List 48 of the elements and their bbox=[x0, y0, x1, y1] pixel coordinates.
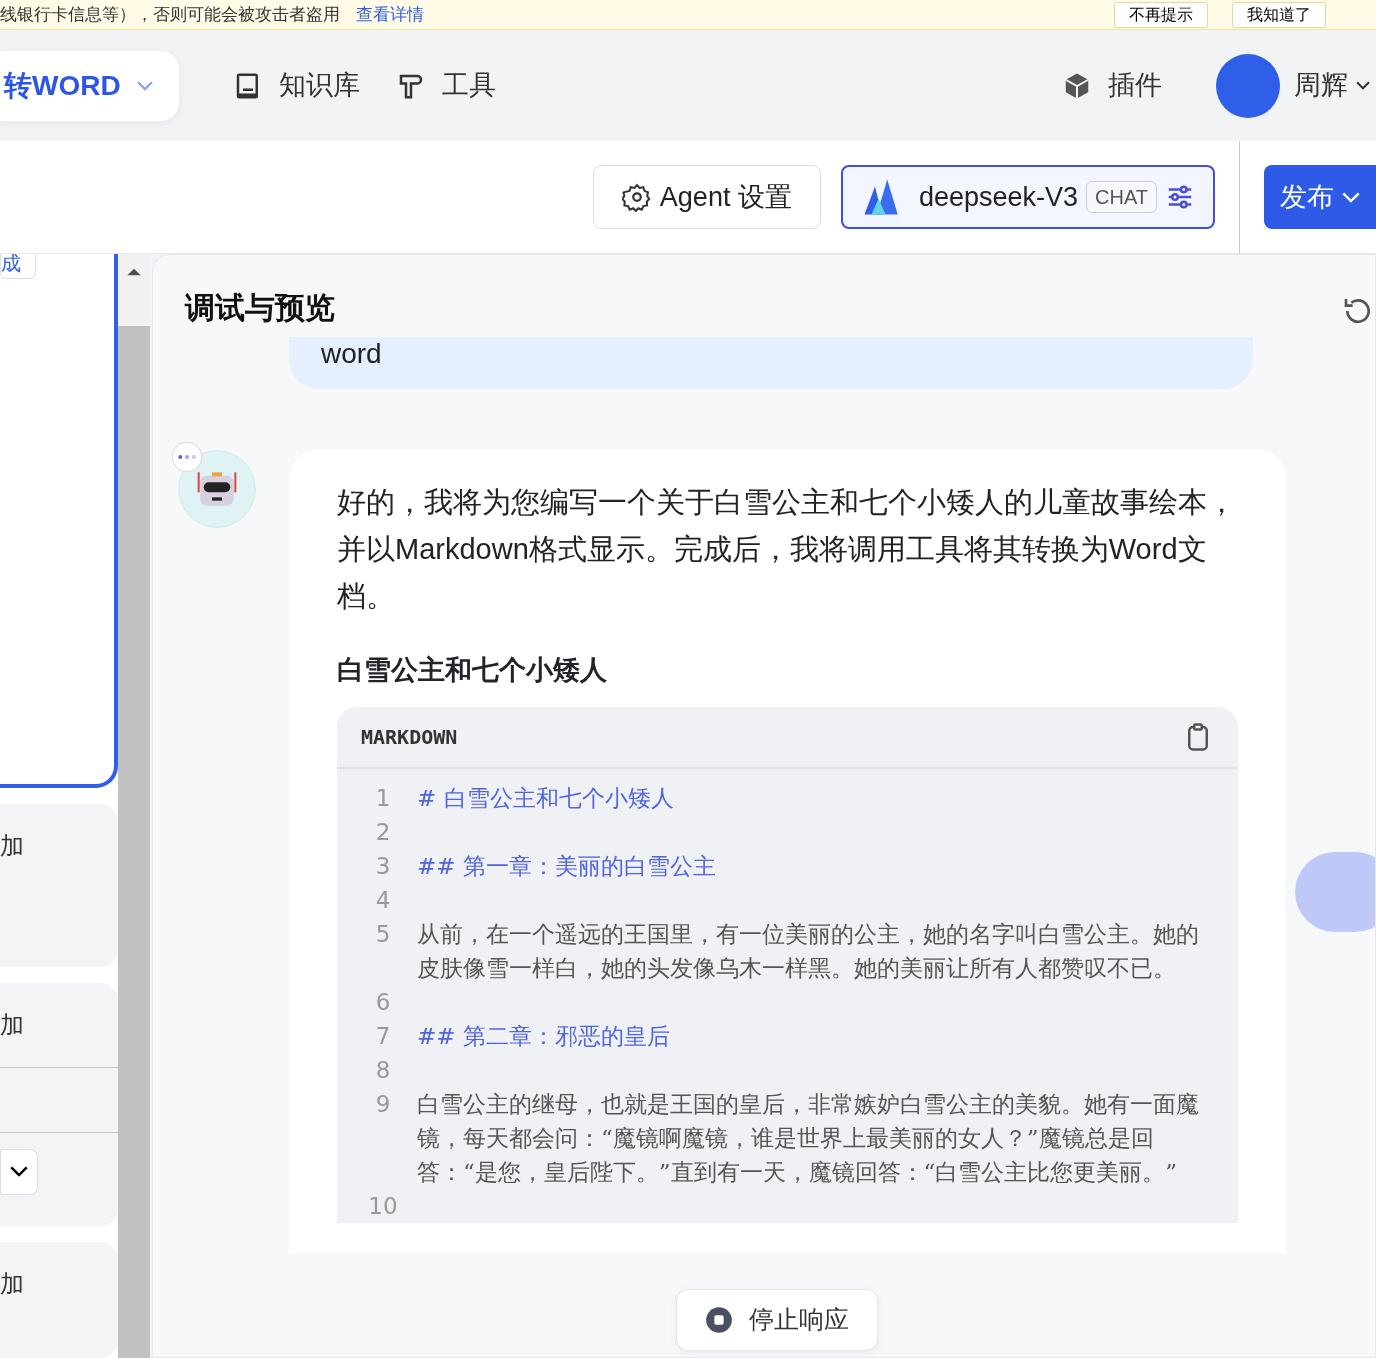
model-tag: CHAT bbox=[1086, 181, 1157, 213]
line-number: 8 bbox=[374, 1055, 392, 1085]
stop-response-button[interactable]: 停止响应 bbox=[676, 1289, 878, 1351]
line-number: 4 bbox=[374, 885, 392, 915]
line-number: 9 bbox=[374, 1089, 392, 1119]
banner-button[interactable]: 不再提示 bbox=[1114, 1, 1208, 28]
card-label: 加 bbox=[0, 1268, 25, 1299]
code-line: # 白雪公主和七个小矮人 bbox=[417, 783, 674, 813]
line-number: 3 bbox=[374, 851, 392, 881]
message-text: word bbox=[321, 338, 382, 369]
nav-link[interactable]: 知识库 bbox=[226, 64, 366, 107]
line-number: 5 bbox=[374, 919, 392, 949]
chevron-down-icon bbox=[1356, 81, 1370, 90]
publish-button[interactable]: 发布 bbox=[1264, 165, 1376, 229]
panel-title: 调试与预览 bbox=[183, 290, 335, 326]
line-number: 7 bbox=[374, 1021, 392, 1051]
agent-settings-button[interactable]: Agent 设置 bbox=[592, 165, 821, 229]
story-heading: 白雪公主和七个小矮人 bbox=[337, 654, 608, 687]
generate-button[interactable]: 成 bbox=[0, 254, 36, 279]
chevron-down-icon bbox=[136, 80, 153, 91]
message-text: 好的，我将为您编写一个关于白雪公主和七个小矮人的儿童故事绘本，并以Markdown格式显示。完成后，我将调用工具将其转换为Word文档。 bbox=[337, 485, 1237, 614]
scrollbar[interactable] bbox=[118, 254, 150, 1358]
robot-avatar-icon bbox=[177, 449, 257, 529]
line-number: 6 bbox=[374, 987, 392, 1017]
card-label: 加 bbox=[0, 1009, 25, 1040]
card-label: 加 bbox=[0, 830, 25, 861]
code-line: 从前，在一个遥远的王国里，有一位美丽的公主，她的名字叫白雪公主。她的皮肤像雪一样白，她的头发像乌木一样黑。她的美丽让所有人都赞叹不已。 bbox=[417, 919, 1200, 983]
line-number: 1 bbox=[374, 783, 392, 813]
details-link[interactable]: 查看详情 bbox=[356, 1, 424, 28]
nav-link[interactable]: 工具 bbox=[389, 64, 502, 107]
agent-switcher[interactable]: 转WORD bbox=[0, 50, 179, 121]
model-selector[interactable]: deepseek-V3 CHAT bbox=[840, 165, 1215, 229]
code-line: ## 第二章：邪恶的皇后 bbox=[417, 1021, 670, 1051]
user-menu[interactable]: 周辉 bbox=[1288, 64, 1376, 107]
dropdown-button[interactable] bbox=[0, 1148, 38, 1195]
plugins-link[interactable]: 插件 bbox=[1056, 64, 1168, 107]
chevron-down-icon bbox=[1342, 191, 1360, 203]
gear-icon bbox=[621, 182, 652, 212]
chevron-down-icon bbox=[10, 1166, 28, 1178]
line-number: 10 bbox=[367, 1191, 399, 1221]
line-number: 2 bbox=[374, 817, 392, 847]
code-line: 白雪公主的继母，也就是王国的皇后，非常嫉妒白雪公主的美貌。她有一面魔镜，每天都会问：“魔镜啊魔镜，谁是世界上最美丽的女人？”魔镜总是回答：“是您，皇后陛下。”直到有一天，魔镜回答：“白雪公主比您更美丽。” bbox=[417, 1089, 1200, 1187]
banner-button[interactable]: 我知道了 bbox=[1232, 1, 1326, 28]
typing-dots-icon bbox=[171, 441, 203, 473]
banner-text: 线银行卡信息等），否则可能会被攻击者盗用 bbox=[0, 3, 340, 26]
code-language: MARKDOWN bbox=[361, 723, 458, 751]
stop-icon bbox=[705, 1306, 733, 1334]
code-line: ## 第一章：美丽的白雪公主 bbox=[417, 851, 716, 881]
